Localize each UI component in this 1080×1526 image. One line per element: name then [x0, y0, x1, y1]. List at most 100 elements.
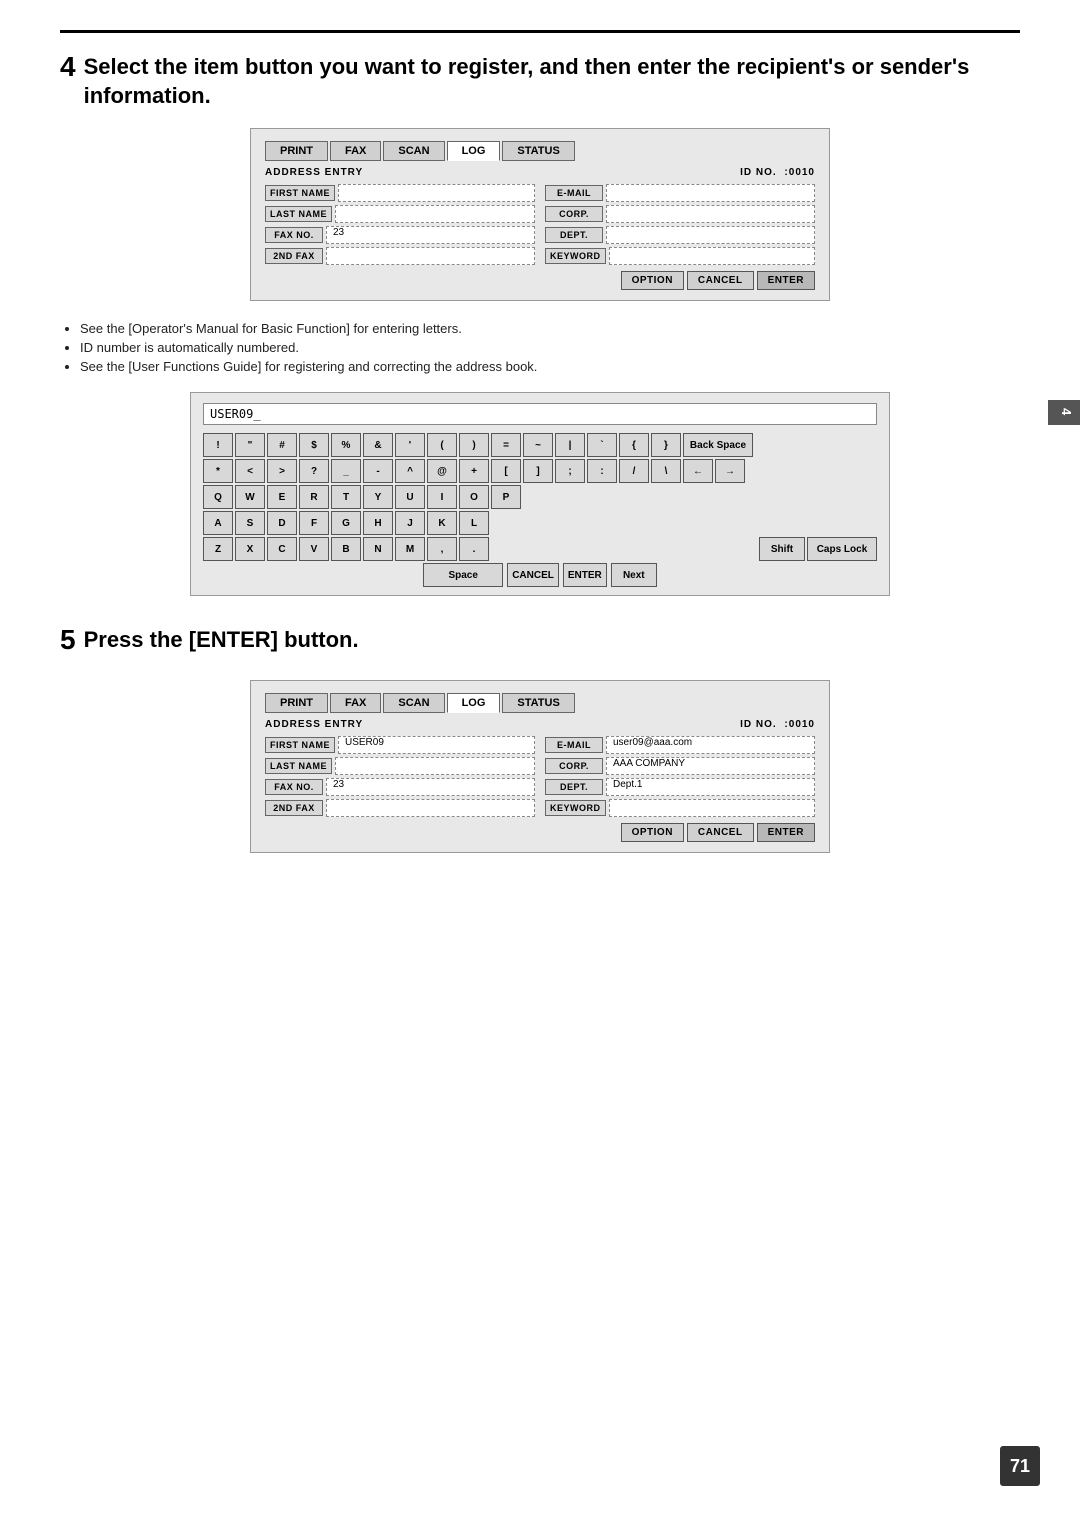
tab-log-2[interactable]: LOG — [447, 693, 501, 713]
tab-fax-1[interactable]: FAX — [330, 141, 381, 161]
input-dept-2[interactable]: Dept.1 — [606, 778, 815, 796]
key-f[interactable]: F — [299, 511, 329, 535]
enter-btn-2[interactable]: ENTER — [757, 823, 815, 842]
key-u[interactable]: U — [395, 485, 425, 509]
key-quote[interactable]: " — [235, 433, 265, 457]
key-w[interactable]: W — [235, 485, 265, 509]
option-btn-1[interactable]: OPTION — [621, 271, 684, 290]
input-lastname-1[interactable] — [335, 205, 535, 223]
key-equal[interactable]: = — [491, 433, 521, 457]
key-x[interactable]: X — [235, 537, 265, 561]
key-backslash[interactable]: \ — [651, 459, 681, 483]
key-minus[interactable]: - — [363, 459, 393, 483]
key-plus[interactable]: + — [459, 459, 489, 483]
input-faxno-2[interactable]: 23 — [326, 778, 535, 796]
key-o[interactable]: O — [459, 485, 489, 509]
key-backspace[interactable]: Back Space — [683, 433, 753, 457]
input-2ndfax-2[interactable] — [326, 799, 535, 817]
key-e[interactable]: E — [267, 485, 297, 509]
key-left-arrow[interactable]: ← — [683, 459, 713, 483]
key-v[interactable]: V — [299, 537, 329, 561]
key-r[interactable]: R — [299, 485, 329, 509]
key-caret[interactable]: ^ — [395, 459, 425, 483]
tab-print-2[interactable]: PRINT — [265, 693, 328, 713]
key-s[interactable]: S — [235, 511, 265, 535]
key-d[interactable]: D — [267, 511, 297, 535]
key-slash[interactable]: / — [619, 459, 649, 483]
key-semicolon[interactable]: ; — [555, 459, 585, 483]
cancel-btn-1[interactable]: CANCEL — [687, 271, 754, 290]
input-dept-1[interactable] — [606, 226, 815, 244]
key-gt[interactable]: > — [267, 459, 297, 483]
kb-next-btn[interactable]: Next — [611, 563, 657, 587]
key-a[interactable]: A — [203, 511, 233, 535]
key-q[interactable]: Q — [203, 485, 233, 509]
key-apos[interactable]: ' — [395, 433, 425, 457]
enter-btn-1[interactable]: ENTER — [757, 271, 815, 290]
input-keyword-2[interactable] — [609, 799, 816, 817]
key-l[interactable]: L — [459, 511, 489, 535]
tab-status-1[interactable]: STATUS — [502, 141, 574, 161]
addr-label-1: ADDRESS ENTRY — [265, 167, 363, 178]
input-email-2[interactable]: user09@aaa.com — [606, 736, 815, 754]
key-star[interactable]: * — [203, 459, 233, 483]
tab-log-1[interactable]: LOG — [447, 141, 501, 161]
key-shift[interactable]: Shift — [759, 537, 805, 561]
key-lparen[interactable]: ( — [427, 433, 457, 457]
key-lt[interactable]: < — [235, 459, 265, 483]
tab-status-2[interactable]: STATUS — [502, 693, 574, 713]
kb-cancel-btn[interactable]: CANCEL — [507, 563, 559, 587]
key-at[interactable]: @ — [427, 459, 457, 483]
key-lbrace[interactable]: { — [619, 433, 649, 457]
key-c[interactable]: C — [267, 537, 297, 561]
key-j[interactable]: J — [395, 511, 425, 535]
key-i[interactable]: I — [427, 485, 457, 509]
key-percent[interactable]: % — [331, 433, 361, 457]
key-lbracket[interactable]: [ — [491, 459, 521, 483]
input-email-1[interactable] — [606, 184, 815, 202]
key-z[interactable]: Z — [203, 537, 233, 561]
tab-scan-2[interactable]: SCAN — [383, 693, 444, 713]
key-t[interactable]: T — [331, 485, 361, 509]
key-backtick[interactable]: ` — [587, 433, 617, 457]
key-pipe[interactable]: | — [555, 433, 585, 457]
key-m[interactable]: M — [395, 537, 425, 561]
input-firstname-2[interactable]: USER09 — [338, 736, 535, 754]
key-comma[interactable]: , — [427, 537, 457, 561]
input-firstname-1[interactable] — [338, 184, 535, 202]
key-b[interactable]: B — [331, 537, 361, 561]
key-right-arrow[interactable]: → — [715, 459, 745, 483]
input-2ndfax-1[interactable] — [326, 247, 535, 265]
key-underscore[interactable]: _ — [331, 459, 361, 483]
tab-scan-1[interactable]: SCAN — [383, 141, 444, 161]
key-y[interactable]: Y — [363, 485, 393, 509]
key-h[interactable]: H — [363, 511, 393, 535]
key-n[interactable]: N — [363, 537, 393, 561]
input-keyword-1[interactable] — [609, 247, 816, 265]
option-btn-2[interactable]: OPTION — [621, 823, 684, 842]
key-rbrace[interactable]: } — [651, 433, 681, 457]
kb-enter-btn[interactable]: ENTER — [563, 563, 607, 587]
key-rbracket[interactable]: ] — [523, 459, 553, 483]
tab-fax-2[interactable]: FAX — [330, 693, 381, 713]
input-corp-1[interactable] — [606, 205, 815, 223]
key-tilde[interactable]: ~ — [523, 433, 553, 457]
key-g[interactable]: G — [331, 511, 361, 535]
key-dollar[interactable]: $ — [299, 433, 329, 457]
cancel-btn-2[interactable]: CANCEL — [687, 823, 754, 842]
key-excl[interactable]: ! — [203, 433, 233, 457]
key-space[interactable]: Space — [423, 563, 503, 587]
tab-print-1[interactable]: PRINT — [265, 141, 328, 161]
input-faxno-1[interactable]: 23 — [326, 226, 535, 244]
key-hash[interactable]: # — [267, 433, 297, 457]
key-qmark[interactable]: ? — [299, 459, 329, 483]
key-amp[interactable]: & — [363, 433, 393, 457]
key-capslock[interactable]: Caps Lock — [807, 537, 877, 561]
key-period[interactable]: . — [459, 537, 489, 561]
key-colon[interactable]: : — [587, 459, 617, 483]
input-corp-2[interactable]: AAA COMPANY — [606, 757, 815, 775]
key-rparen[interactable]: ) — [459, 433, 489, 457]
input-lastname-2[interactable] — [335, 757, 535, 775]
key-p[interactable]: P — [491, 485, 521, 509]
key-k[interactable]: K — [427, 511, 457, 535]
